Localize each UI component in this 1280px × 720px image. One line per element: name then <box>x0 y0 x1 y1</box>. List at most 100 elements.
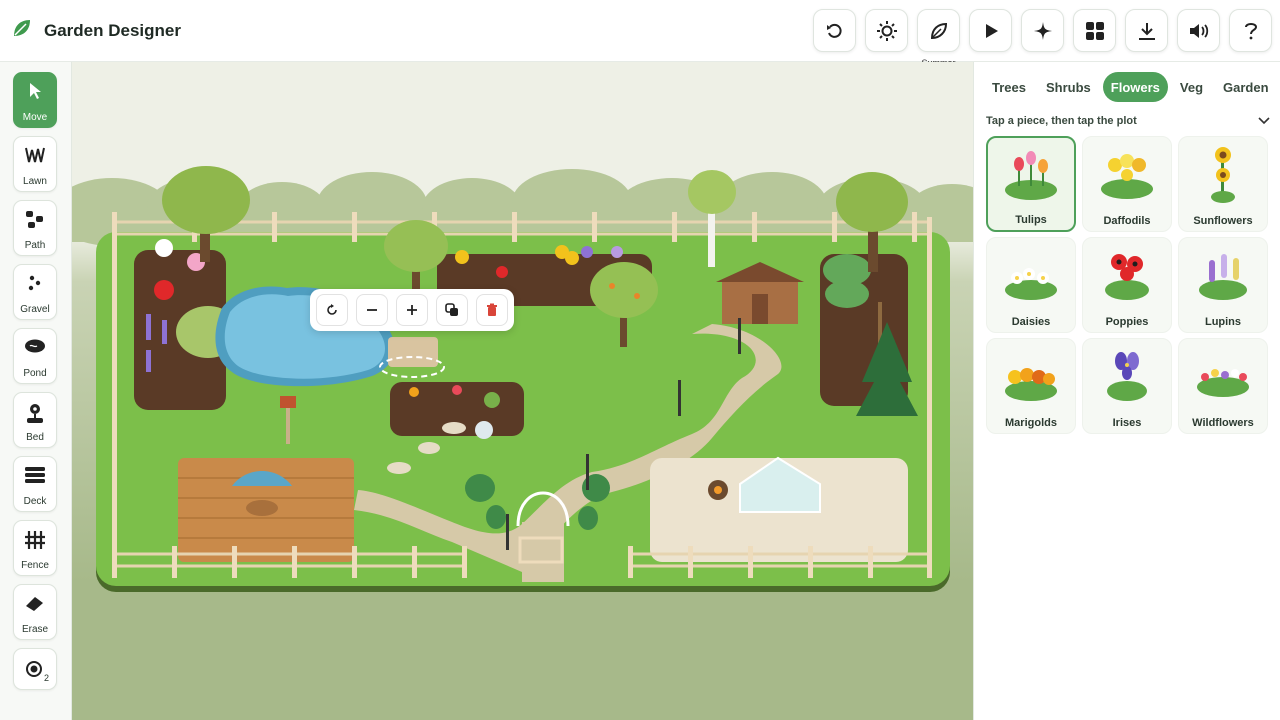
card-label: Daisies <box>1011 316 1051 328</box>
tab-shrubs[interactable]: Shrubs <box>1038 72 1099 102</box>
play-button[interactable] <box>969 9 1012 52</box>
duplicate-icon <box>445 303 458 316</box>
card-label: Lupins <box>1204 316 1242 328</box>
lupins-icon <box>1199 254 1247 300</box>
card-label: Wildflowers <box>1192 417 1254 429</box>
sparkle-button[interactable] <box>1021 9 1064 52</box>
tool-label: Path <box>24 240 46 251</box>
flower-card-wildflowers[interactable]: Wildflowers <box>1178 338 1268 434</box>
tool-gravel[interactable]: Gravel <box>13 264 57 320</box>
brush-size-icon <box>26 661 42 677</box>
oak-tree-left <box>162 166 250 234</box>
download-button[interactable] <box>1125 9 1168 52</box>
delete-button[interactable] <box>476 294 508 326</box>
tool-pond[interactable]: Pond <box>13 328 57 384</box>
card-label: Marigolds <box>1005 417 1057 429</box>
sun-icon <box>876 20 897 41</box>
flower-card-poppies[interactable]: Poppies <box>1082 237 1172 333</box>
daffodils-icon <box>1101 154 1153 199</box>
tool-erase[interactable]: Erase <box>13 584 57 640</box>
brush-size-button[interactable]: 2 <box>13 648 57 690</box>
tool-bed[interactable]: Bed <box>13 392 57 448</box>
category-tabs: Trees Shrubs Flowers Veg Garden <box>984 72 1277 102</box>
grid-icon <box>1085 21 1104 40</box>
grow-button[interactable] <box>396 294 428 326</box>
flower-card-marigolds[interactable]: Marigolds <box>986 338 1076 434</box>
download-icon <box>1138 22 1155 40</box>
tool-label: Move <box>22 112 48 123</box>
app-title: Garden Designer <box>44 20 181 40</box>
garden-canvas[interactable] <box>72 62 973 720</box>
card-label: Sunflowers <box>1193 215 1253 227</box>
flower-card-lupins[interactable]: Lupins <box>1178 237 1268 333</box>
flower-grid: Tulips Daffodils Sunflowers Daisies Popp… <box>986 136 1270 434</box>
flower-card-daisies[interactable]: Daisies <box>986 237 1076 333</box>
help-button[interactable] <box>1229 9 1272 52</box>
tool-deck[interactable]: Deck <box>13 456 57 512</box>
tab-flowers[interactable]: Flowers <box>1102 72 1168 102</box>
tree-back-middle <box>384 220 448 272</box>
chevron-down-icon[interactable] <box>1258 116 1270 126</box>
tool-label: Bed <box>26 432 44 443</box>
pond-icon <box>25 339 45 353</box>
oak-tree-right <box>836 172 908 232</box>
tab-trees[interactable]: Trees <box>984 72 1034 102</box>
undo-icon <box>826 23 842 38</box>
tulips-icon <box>1005 151 1057 200</box>
tool-label: Erase <box>21 624 49 635</box>
patio-table <box>246 500 278 516</box>
flower-card-daffodils[interactable]: Daffodils <box>1082 136 1172 232</box>
card-label: Tulips <box>1015 214 1047 226</box>
season-button[interactable]: Summer <box>917 9 960 68</box>
hint-row: Tap a piece, then tap the plot <box>986 115 1270 127</box>
tab-veg[interactable]: Veg <box>1172 72 1211 102</box>
tool-label: Pond <box>23 368 47 379</box>
tool-move[interactable]: Move <box>13 72 57 128</box>
card-label: Irises <box>1112 417 1142 429</box>
selection-toolbar <box>310 289 514 331</box>
deck-icon <box>25 467 45 483</box>
grass-icon <box>25 147 45 163</box>
question-icon <box>1244 22 1257 39</box>
birch-tree <box>688 170 736 214</box>
tab-garden[interactable]: Garden <box>1215 72 1277 102</box>
plus-icon <box>407 305 417 315</box>
top-toolbar: Summer <box>813 9 1272 68</box>
tool-lawn[interactable]: Lawn <box>13 136 57 192</box>
rotate-button[interactable] <box>316 294 348 326</box>
undo-button[interactable] <box>813 9 856 52</box>
daisies-icon <box>1005 268 1057 300</box>
duplicate-button[interactable] <box>436 294 468 326</box>
brand: Garden Designer <box>12 18 181 43</box>
sound-button[interactable] <box>1177 9 1220 52</box>
fence-icon <box>25 531 45 549</box>
tool-label: Lawn <box>23 176 47 187</box>
tool-label: Gravel <box>20 304 50 315</box>
tool-rail: Move Lawn Path Gravel Pond Bed Deck Fenc… <box>0 62 72 720</box>
bridge <box>388 337 438 367</box>
play-icon <box>985 23 998 38</box>
rotate-icon <box>327 304 337 315</box>
garden-scene <box>72 166 973 592</box>
shrink-button[interactable] <box>356 294 388 326</box>
irises-icon <box>1107 352 1147 401</box>
flower-card-tulips[interactable]: Tulips <box>986 136 1076 232</box>
brush-size-value: 2 <box>43 673 49 683</box>
sparkle-icon <box>1033 21 1052 40</box>
parts-panel: Trees Shrubs Flowers Veg Garden Tap a pi… <box>973 62 1280 720</box>
tool-path[interactable]: Path <box>13 200 57 256</box>
eraser-icon <box>26 597 43 611</box>
tool-label: Deck <box>23 496 47 507</box>
marigolds-icon <box>1005 368 1057 401</box>
minus-icon <box>367 309 377 311</box>
daylight-button[interactable] <box>865 9 908 52</box>
card-label: Daffodils <box>1103 215 1151 227</box>
fruit-tree <box>590 262 658 318</box>
flower-card-sunflowers[interactable]: Sunflowers <box>1178 136 1268 232</box>
panel-hint: Tap a piece, then tap the plot <box>986 115 1137 127</box>
flower-card-irises[interactable]: Irises <box>1082 338 1172 434</box>
leaf-logo-icon <box>12 18 32 43</box>
grid-button[interactable] <box>1073 9 1116 52</box>
tool-fence[interactable]: Fence <box>13 520 57 576</box>
gravel-icon <box>28 275 41 291</box>
